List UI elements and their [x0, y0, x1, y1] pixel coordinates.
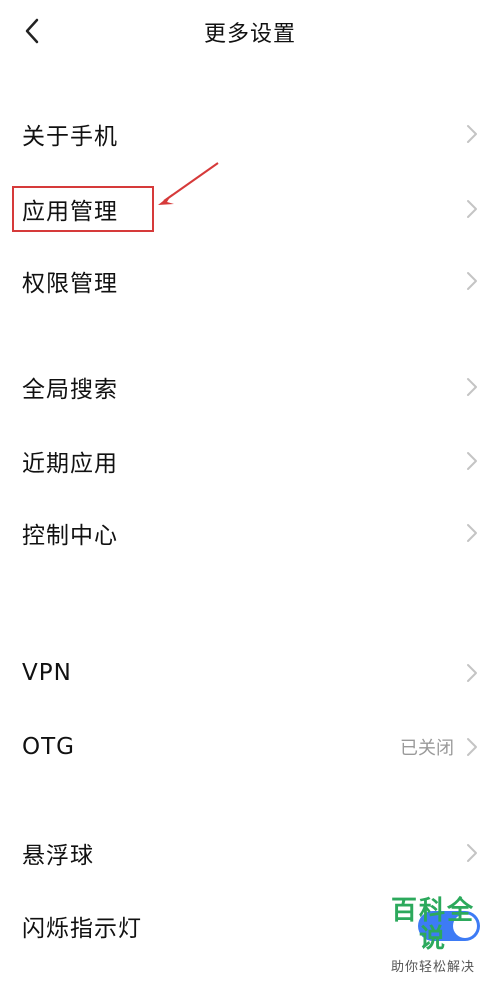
settings-item-label: 闪烁指示灯 — [22, 916, 142, 942]
settings-item-label: VPN — [22, 660, 72, 686]
settings-item-label: 关于手机 — [22, 124, 118, 150]
annotation-arrow-icon — [158, 162, 219, 205]
settings-item-global-search[interactable]: 全局搜索 — [0, 357, 500, 417]
header-bar: 更多设置 — [0, 0, 500, 64]
chevron-right-icon — [467, 664, 477, 682]
settings-item-vpn[interactable]: VPN — [0, 643, 500, 703]
settings-item-permission-management[interactable]: 权限管理 — [0, 251, 500, 311]
chevron-right-icon — [467, 452, 477, 470]
otg-status-text: 已关闭 — [400, 738, 454, 759]
settings-item-label: 控制中心 — [22, 523, 118, 549]
settings-item-about-phone[interactable]: 关于手机 — [0, 104, 500, 164]
watermark-logo: 百科全说 助你轻松解决 — [378, 895, 488, 975]
chevron-right-icon — [467, 524, 477, 542]
chevron-right-icon — [467, 738, 477, 756]
settings-item-label: 悬浮球 — [22, 843, 94, 869]
annotation-highlight-box — [12, 186, 154, 232]
chevron-right-icon — [467, 125, 477, 143]
settings-item-label: 全局搜索 — [22, 377, 118, 403]
settings-item-otg[interactable]: OTG 已关闭 — [0, 717, 500, 777]
chevron-right-icon — [467, 200, 477, 218]
chevron-right-icon — [467, 272, 477, 290]
watermark-subtitle: 助你轻松解决 — [390, 960, 475, 975]
settings-item-label: 近期应用 — [22, 451, 118, 477]
settings-item-floating-ball[interactable]: 悬浮球 — [0, 823, 500, 883]
settings-item-recent-apps[interactable]: 近期应用 — [0, 431, 500, 491]
settings-item-control-center[interactable]: 控制中心 — [0, 503, 500, 563]
chevron-right-icon — [467, 844, 477, 862]
chevron-right-icon — [467, 378, 477, 396]
settings-item-label: OTG — [22, 734, 75, 760]
watermark-title: 百科全说 — [390, 895, 475, 955]
settings-item-label: 权限管理 — [22, 271, 118, 297]
page-title: 更多设置 — [203, 22, 296, 47]
